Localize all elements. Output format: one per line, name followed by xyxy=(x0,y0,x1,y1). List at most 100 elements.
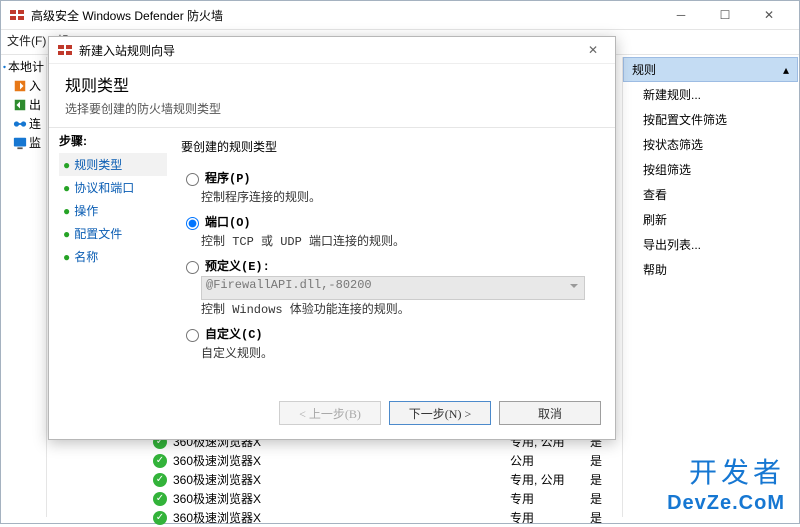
radio-custom[interactable] xyxy=(186,329,199,342)
tree-connection[interactable]: 连 xyxy=(1,114,46,133)
action-view[interactable]: 查看 xyxy=(623,182,798,207)
row-name: 360极速浏览器X xyxy=(173,509,510,526)
actions-header-label: 规则 xyxy=(632,61,656,78)
row-enabled: 是 xyxy=(590,490,620,507)
tree-label: 连 xyxy=(29,115,41,132)
step-label: 协议和端口 xyxy=(74,181,134,195)
check-icon: ✓ xyxy=(153,511,167,525)
wizard-header: 规则类型 选择要创建的防火墙规则类型 xyxy=(49,64,615,128)
action-refresh[interactable]: 刷新 xyxy=(623,207,798,232)
step-action[interactable]: ●操作 xyxy=(59,199,167,222)
radio-custom-row[interactable]: 自定义(C) xyxy=(181,325,601,342)
tree-inbound[interactable]: 入 xyxy=(1,76,46,95)
menu-file[interactable]: 文件(F) xyxy=(7,34,46,48)
step-name[interactable]: ●名称 xyxy=(59,245,167,268)
steps-panel: 步骤: ●规则类型 ●协议和端口 ●操作 ●配置文件 ●名称 xyxy=(49,128,167,430)
row-profile: 公用 xyxy=(510,452,590,469)
options-panel: 要创建的规则类型 程序(P) 控制程序连接的规则。 端口(O) 控制 TCP 或… xyxy=(167,128,615,430)
radio-port-desc: 控制 TCP 或 UDP 端口连接的规则。 xyxy=(201,232,601,249)
radio-preset-row[interactable]: 预定义(E): xyxy=(181,257,601,274)
radio-program-desc: 控制程序连接的规则。 xyxy=(201,188,601,205)
actions-panel: 规则 ▴ 新建规则... 按配置文件筛选 按状态筛选 按组筛选 查看 刷新 导出… xyxy=(622,57,798,517)
shield-icon xyxy=(3,60,6,74)
wizard-subheading: 选择要创建的防火墙规则类型 xyxy=(65,100,599,117)
tree-outbound[interactable]: 出 xyxy=(1,95,46,114)
row-name: 360极速浏览器X xyxy=(173,490,510,507)
action-filter-state[interactable]: 按状态筛选 xyxy=(623,132,798,157)
row-profile: 专用, 公用 xyxy=(510,471,590,488)
action-filter-group[interactable]: 按组筛选 xyxy=(623,157,798,182)
actions-header: 规则 ▴ xyxy=(623,57,798,82)
tree-monitor[interactable]: 监 xyxy=(1,133,46,152)
radio-program[interactable] xyxy=(186,173,199,186)
action-help[interactable]: 帮助 xyxy=(623,257,798,282)
preset-select: @FirewallAPI.dll,-80200 xyxy=(201,276,585,300)
step-label: 名称 xyxy=(74,250,98,264)
radio-program-row[interactable]: 程序(P) xyxy=(181,169,601,186)
monitor-icon xyxy=(13,136,27,150)
outbound-icon xyxy=(13,98,27,112)
tree-panel: 本地计 入 出 连 监 xyxy=(1,57,47,517)
radio-custom-label: 自定义(C) xyxy=(205,325,263,342)
radio-preset-desc: 控制 Windows 体验功能连接的规则。 xyxy=(201,300,601,317)
collapse-icon[interactable]: ▴ xyxy=(783,63,789,77)
list-item[interactable]: ✓ 360极速浏览器X专用是 xyxy=(149,508,624,527)
tree-root[interactable]: 本地计 xyxy=(1,57,46,76)
action-export[interactable]: 导出列表... xyxy=(623,232,798,257)
options-prompt: 要创建的规则类型 xyxy=(181,138,601,155)
firewall-icon xyxy=(57,42,73,58)
tree-root-label: 本地计 xyxy=(8,58,44,75)
row-enabled: 是 xyxy=(590,509,620,526)
check-icon: ✓ xyxy=(153,492,167,506)
step-label: 操作 xyxy=(74,204,98,218)
wizard-dialog: 新建入站规则向导 ✕ 规则类型 选择要创建的防火墙规则类型 步骤: ●规则类型 … xyxy=(48,36,616,440)
row-profile: 专用 xyxy=(510,509,590,526)
cancel-button[interactable]: 取消 xyxy=(499,401,601,425)
wizard-title-bar: 新建入站规则向导 ✕ xyxy=(49,37,615,64)
wizard-title-text: 新建入站规则向导 xyxy=(79,42,175,59)
row-enabled: 是 xyxy=(590,452,620,469)
list-item[interactable]: ✓ 360极速浏览器X专用是 xyxy=(149,489,624,508)
row-enabled: 是 xyxy=(590,471,620,488)
watermark-en: DevZe.CoM xyxy=(667,492,785,515)
list-item[interactable]: ✓ 360极速浏览器X公用是 xyxy=(149,451,624,470)
back-button: < 上一步(B) xyxy=(279,401,381,425)
tree-label: 出 xyxy=(29,96,41,113)
check-icon: ✓ xyxy=(153,454,167,468)
check-icon: ✓ xyxy=(153,473,167,487)
wizard-close-button[interactable]: ✕ xyxy=(579,43,607,57)
connection-icon xyxy=(13,117,27,131)
tree-label: 入 xyxy=(29,77,41,94)
radio-port[interactable] xyxy=(186,217,199,230)
wizard-heading: 规则类型 xyxy=(65,72,599,96)
firewall-icon xyxy=(9,7,25,23)
title-text: 高级安全 Windows Defender 防火墙 xyxy=(31,7,223,24)
row-name: 360极速浏览器X xyxy=(173,452,510,469)
maximize-button[interactable]: ☐ xyxy=(703,1,747,29)
wizard-buttons: < 上一步(B) 下一步(N) > 取消 xyxy=(279,401,601,425)
tree-label: 监 xyxy=(29,134,41,151)
minimize-button[interactable]: ─ xyxy=(659,1,703,29)
step-rule-type[interactable]: ●规则类型 xyxy=(59,153,167,176)
row-name: 360极速浏览器X xyxy=(173,471,510,488)
watermark-cn: 开发者 xyxy=(689,451,785,491)
radio-custom-desc: 自定义规则。 xyxy=(201,344,601,361)
step-label: 配置文件 xyxy=(74,227,122,241)
step-protocol-port[interactable]: ●协议和端口 xyxy=(59,176,167,199)
title-bar: 高级安全 Windows Defender 防火墙 ─ ☐ ✕ xyxy=(1,1,799,30)
action-filter-profile[interactable]: 按配置文件筛选 xyxy=(623,107,798,132)
next-button[interactable]: 下一步(N) > xyxy=(389,401,491,425)
radio-preset-label: 预定义(E): xyxy=(205,257,270,274)
list-item[interactable]: ✓ 360极速浏览器X专用, 公用是 xyxy=(149,470,624,489)
action-new-rule[interactable]: 新建规则... xyxy=(623,82,798,107)
close-button[interactable]: ✕ xyxy=(747,1,791,29)
radio-preset[interactable] xyxy=(186,261,199,274)
radio-program-label: 程序(P) xyxy=(205,169,251,186)
radio-port-row[interactable]: 端口(O) xyxy=(181,213,601,230)
steps-header: 步骤: xyxy=(59,132,167,149)
inbound-icon xyxy=(13,79,27,93)
step-label: 规则类型 xyxy=(74,158,122,172)
row-profile: 专用 xyxy=(510,490,590,507)
radio-port-label: 端口(O) xyxy=(205,213,251,230)
step-profile[interactable]: ●配置文件 xyxy=(59,222,167,245)
